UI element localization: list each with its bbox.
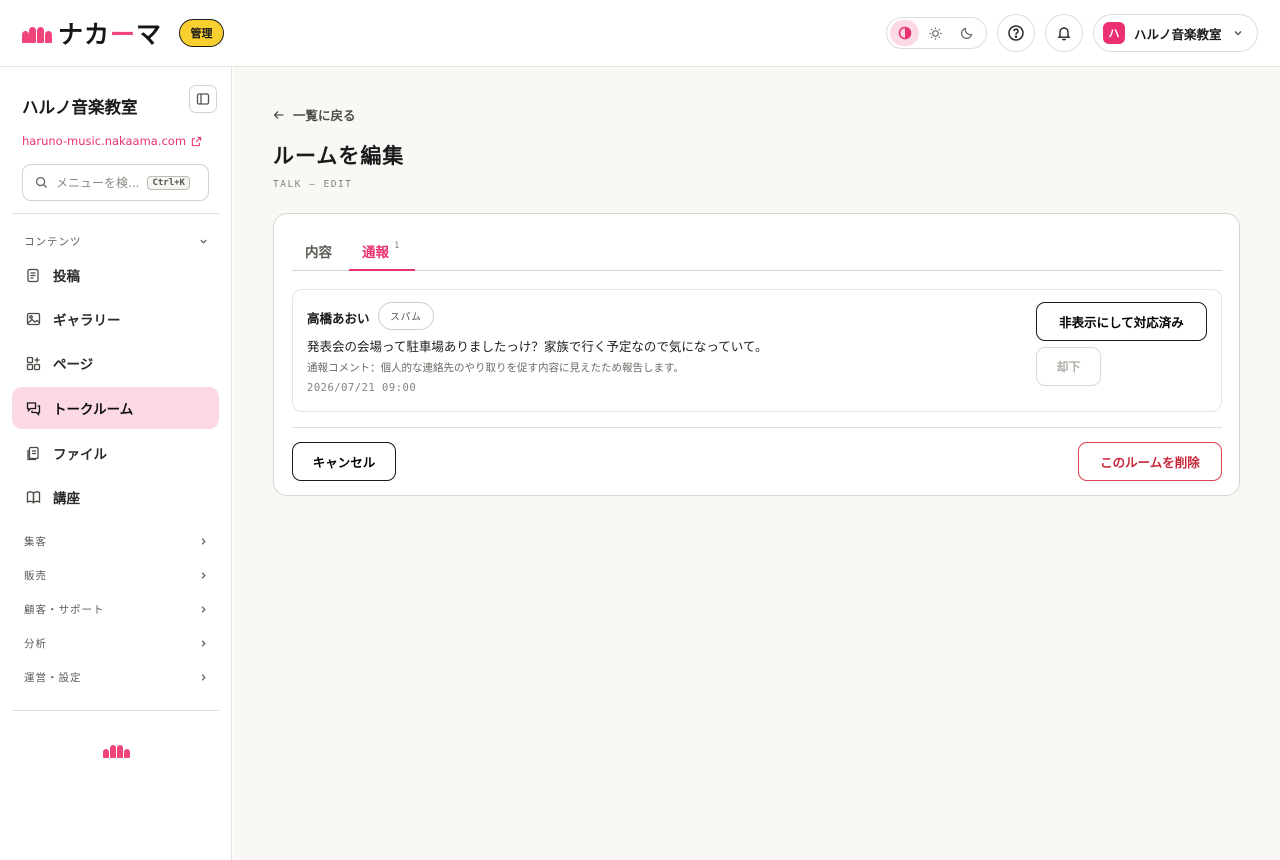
sidebar-item-label: 投稿 [53, 269, 80, 285]
report-date: 2026/07/21 09:00 [307, 382, 417, 394]
org-url-link[interactable]: haruno-music.nakaama.com [22, 134, 202, 148]
cancel-button[interactable]: キャンセル [292, 442, 396, 481]
sidebar-item-label: ページ [53, 357, 94, 373]
section-acquisition[interactable]: 集客 [24, 534, 209, 548]
sidebar-item-label: トークルーム [53, 402, 134, 418]
page-title: ルームを編集 [273, 144, 405, 168]
sidebar-item-pages[interactable]: ページ [12, 342, 219, 384]
report-reason-badge: スパム [378, 302, 434, 330]
search-icon [35, 176, 48, 189]
avatar: ハ [1103, 22, 1125, 44]
notifications-button[interactable] [1045, 14, 1083, 52]
section-analytics[interactable]: 分析 [24, 636, 209, 650]
admin-badge: 管理 [179, 19, 224, 47]
chevron-right-icon [201, 605, 206, 613]
tab-reports[interactable]: 通報 1 [362, 241, 399, 261]
moon-icon [960, 27, 972, 40]
account-name: ハルノ音楽教室 [1134, 26, 1222, 42]
sidebar-item-label: ギャラリー [53, 313, 121, 329]
bell-icon [1057, 27, 1071, 41]
theme-toggle [886, 17, 987, 49]
sidebar-item-talkroom[interactable]: トークルーム [12, 387, 219, 429]
sidebar: ハルノ音楽教室 haruno-music.nakaama.com メニューを検.… [0, 67, 232, 860]
back-to-list-link[interactable]: 一覧に戻る [273, 105, 356, 124]
section-content[interactable]: コンテンツ [24, 234, 209, 248]
pages-icon [25, 355, 41, 371]
brand-mark-icon [103, 743, 130, 758]
edit-card: 内容 通報 1 高橋あおい スパム 発表会の会場って駐車場ありましたっけ？家族で行… [273, 213, 1240, 496]
files-icon [25, 445, 41, 461]
search-shortcut: Ctrl+K [147, 175, 190, 190]
chevron-right-icon [201, 537, 206, 545]
sidebar-item-gallery[interactable]: ギャラリー [12, 298, 219, 340]
search-placeholder: メニューを検... [56, 176, 140, 190]
chevron-down-icon [1234, 31, 1242, 36]
divider [12, 213, 219, 214]
help-icon [1008, 25, 1024, 41]
chevron-right-icon [201, 639, 206, 647]
tab-bar: 内容 通報 1 [292, 214, 1222, 271]
reported-message: 発表会の会場って駐車場ありましたっけ？家族で行く予定なので気になっていて。 [307, 339, 768, 354]
page-code: TALK — EDIT [273, 179, 353, 190]
divider [292, 427, 1222, 428]
section-operations-settings[interactable]: 運営・設定 [24, 670, 209, 684]
logo[interactable]: ナカーマ [22, 18, 163, 49]
tab-count-badge: 1 [394, 241, 400, 251]
report-comment: 通報コメント：個人的な連絡先のやり取りを促す内容に見えたため報告します。 [307, 362, 684, 374]
arrow-left-icon [273, 110, 284, 119]
theme-dark-button[interactable] [952, 20, 981, 46]
divider [12, 710, 219, 711]
image-icon [25, 311, 41, 327]
section-sales[interactable]: 販売 [24, 568, 209, 582]
sun-icon [929, 26, 942, 40]
sidebar-item-courses[interactable]: 講座 [12, 476, 219, 518]
menu-search-input[interactable]: メニューを検... Ctrl+K [22, 164, 209, 201]
active-tab-indicator [349, 269, 415, 271]
report-item: 高橋あおい スパム 発表会の会場って駐車場ありましたっけ？家族で行く予定なので気… [292, 289, 1222, 412]
sidebar-item-files[interactable]: ファイル [12, 432, 219, 474]
sidebar-item-label: ファイル [53, 447, 107, 463]
book-icon [25, 489, 41, 505]
logo-mark-icon [22, 23, 52, 43]
chat-icon [25, 400, 41, 416]
chevron-right-icon [201, 571, 206, 579]
chevron-down-icon [200, 239, 207, 244]
external-link-icon [191, 136, 202, 146]
top-bar: ナカーマ 管理 ハ ハルノ音楽教室 [0, 0, 1280, 67]
sidebar-item-label: 講座 [53, 491, 80, 507]
help-button[interactable] [997, 14, 1035, 52]
chevron-right-icon [201, 673, 206, 681]
dismiss-button[interactable]: 却下 [1036, 347, 1101, 386]
org-url-text: haruno-music.nakaama.com [22, 134, 187, 148]
tab-content[interactable]: 内容 [305, 241, 332, 261]
account-menu[interactable]: ハ ハルノ音楽教室 [1093, 14, 1258, 52]
delete-room-button[interactable]: このルームを削除 [1078, 442, 1222, 481]
hide-and-resolve-button[interactable]: 非表示にして対応済み [1036, 302, 1207, 341]
logo-text: ナカーマ [58, 20, 163, 49]
contrast-icon [898, 26, 911, 40]
sidebar-item-posts[interactable]: 投稿 [12, 254, 219, 296]
sidebar-collapse-button[interactable] [189, 85, 217, 113]
document-icon [25, 267, 41, 283]
sidebar-toggle-icon [196, 93, 210, 105]
theme-contrast-button[interactable] [890, 20, 919, 46]
theme-light-button[interactable] [921, 20, 950, 46]
org-name: ハルノ音楽教室 [22, 98, 138, 117]
main-content: 一覧に戻る ルームを編集 TALK — EDIT 内容 通報 1 高橋あおい スパ… [233, 67, 1280, 860]
report-author: 高橋あおい [307, 311, 370, 326]
section-customer-support[interactable]: 顧客・サポート [24, 602, 209, 616]
